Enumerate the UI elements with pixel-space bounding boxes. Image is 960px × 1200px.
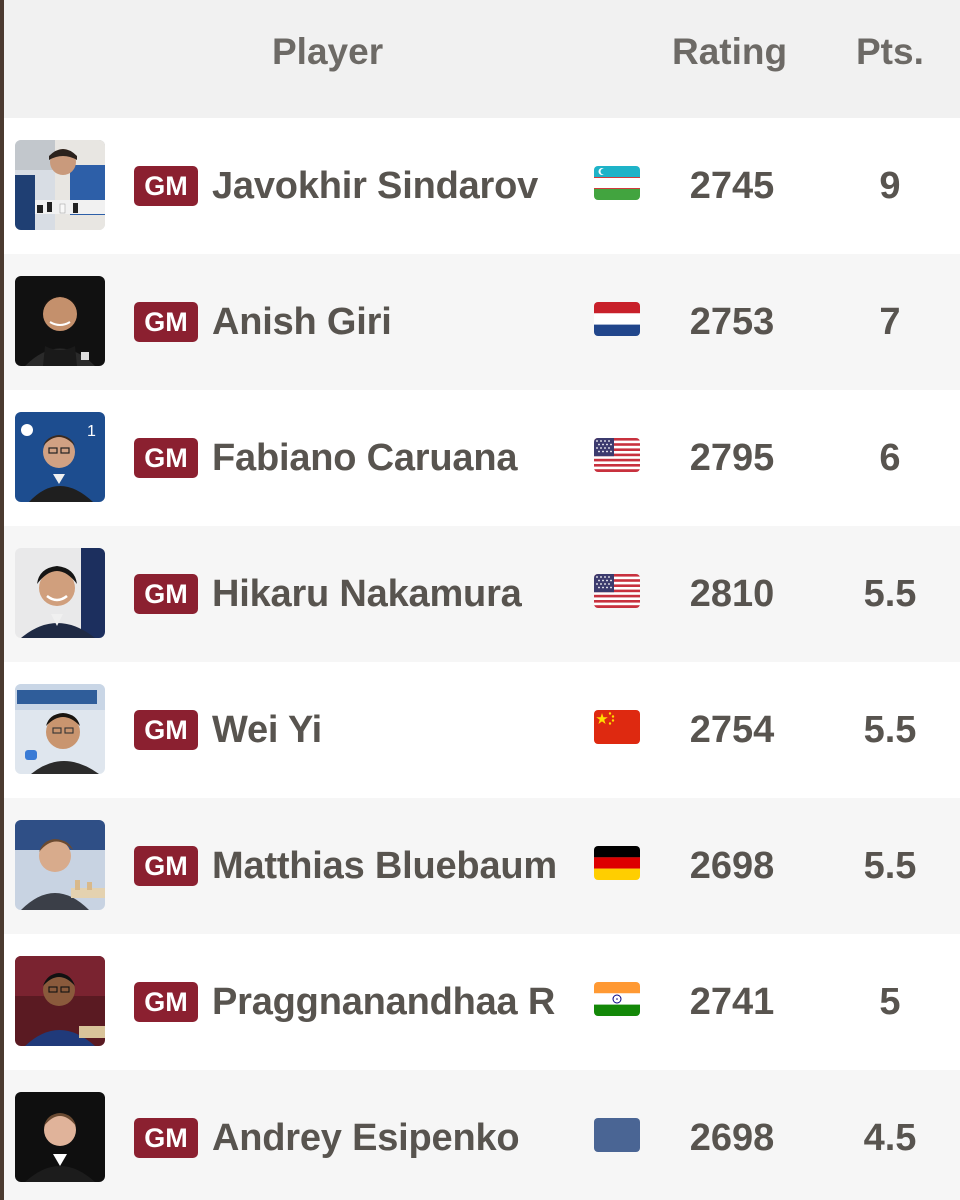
table-row[interactable]: GM Andrey Esipenko 2698 4.5 xyxy=(4,1070,960,1200)
player-points: 9 xyxy=(879,165,901,207)
player-name[interactable]: Anish Giri xyxy=(212,298,392,346)
player-name[interactable]: Fabiano Caruana xyxy=(212,434,517,482)
uzbekistan-flag-icon xyxy=(594,166,640,200)
gm-title-badge: GM xyxy=(134,438,198,478)
player-name[interactable]: Praggnanandhaa R xyxy=(212,978,555,1026)
table-header: Player Rating Pts. xyxy=(4,0,960,118)
rating-column-header[interactable]: Rating xyxy=(672,30,787,74)
player-avatar[interactable]: 1 xyxy=(15,412,105,502)
netherlands-flag-icon xyxy=(594,302,640,336)
player-points: 7 xyxy=(879,301,901,343)
table-row[interactable]: GM Hikaru Nakamura 2810 5.5 xyxy=(4,526,960,662)
svg-text:1: 1 xyxy=(87,423,96,440)
player-points: 5 xyxy=(879,981,901,1023)
gm-title-badge: GM xyxy=(134,302,198,342)
player-avatar[interactable] xyxy=(15,684,105,774)
player-points: 4.5 xyxy=(863,1117,917,1159)
player-points: 6 xyxy=(879,437,901,479)
player-name[interactable]: Javokhir Sindarov xyxy=(212,162,538,210)
player-points: 5.5 xyxy=(863,709,917,751)
player-avatar[interactable] xyxy=(15,956,105,1046)
player-rating: 2698 xyxy=(689,1117,775,1159)
player-rating: 2698 xyxy=(689,845,775,887)
player-points: 5.5 xyxy=(863,845,917,887)
fide-flag-icon xyxy=(594,1118,640,1152)
gm-title-badge: GM xyxy=(134,710,198,750)
table-row[interactable]: GM Praggnanandhaa R 2741 5 xyxy=(4,934,960,1070)
gm-title-badge: GM xyxy=(134,846,198,886)
player-name[interactable]: Matthias Bluebaum xyxy=(212,842,557,890)
gm-title-badge: GM xyxy=(134,574,198,614)
points-column-header[interactable]: Pts. xyxy=(856,30,924,74)
player-avatar[interactable] xyxy=(15,548,105,638)
usa-flag-icon xyxy=(594,574,640,608)
gm-title-badge: GM xyxy=(134,1118,198,1158)
table-row[interactable]: GM Anish Giri 2753 7 xyxy=(4,254,960,390)
player-rating: 2795 xyxy=(689,437,775,479)
player-rating: 2754 xyxy=(689,709,775,751)
player-avatar[interactable] xyxy=(15,140,105,230)
player-column-header[interactable]: Player xyxy=(272,30,383,74)
table-row[interactable]: GM Matthias Bluebaum 2698 5.5 xyxy=(4,798,960,934)
player-rating: 2745 xyxy=(689,165,775,207)
india-flag-icon xyxy=(594,982,640,1016)
table-row[interactable]: GM Wei Yi 2754 5.5 xyxy=(4,662,960,798)
player-avatar[interactable] xyxy=(15,820,105,910)
player-rating: 2810 xyxy=(689,573,775,615)
player-name[interactable]: Hikaru Nakamura xyxy=(212,570,522,618)
player-name[interactable]: Andrey Esipenko xyxy=(212,1114,520,1162)
germany-flag-icon xyxy=(594,846,640,880)
standings-table: GM Javokhir Sindarov 2745 9 GM Anish Gir… xyxy=(4,118,960,1200)
standings-page: Player Rating Pts. GM Javokhir Sindarov … xyxy=(0,0,960,1200)
usa-flag-icon xyxy=(594,438,640,472)
gm-title-badge: GM xyxy=(134,166,198,206)
gm-title-badge: GM xyxy=(134,982,198,1022)
player-rating: 2741 xyxy=(689,981,775,1023)
player-points: 5.5 xyxy=(863,573,917,615)
player-rating: 2753 xyxy=(689,301,775,343)
china-flag-icon xyxy=(594,710,640,744)
table-row[interactable]: 1 GM Fabiano Caruana 2795 6 xyxy=(4,390,960,526)
player-avatar[interactable] xyxy=(15,1092,105,1182)
player-name[interactable]: Wei Yi xyxy=(212,706,322,754)
table-row[interactable]: GM Javokhir Sindarov 2745 9 xyxy=(4,118,960,254)
player-avatar[interactable] xyxy=(15,276,105,366)
